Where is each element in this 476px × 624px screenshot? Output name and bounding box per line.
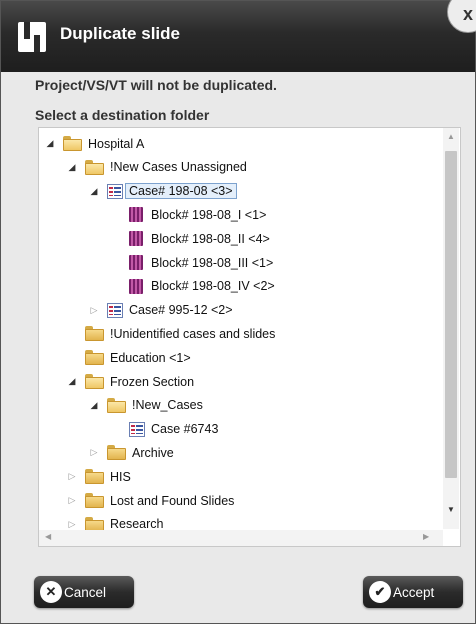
accept-button[interactable]: ✔ Accept (363, 576, 463, 608)
tree-item-label: !New_Cases (132, 398, 203, 413)
tree-item[interactable]: Block# 198-08_IV <2> (111, 276, 275, 297)
tree-item[interactable]: ◢ !New_Cases (89, 395, 203, 416)
expand-arrow-icon[interactable]: ◢ (89, 186, 99, 197)
tree-item[interactable]: Block# 198-08_II <4> (111, 228, 270, 249)
folder-tree[interactable]: ◢ Hospital A ◢ !New Cases Unassigned ◢ Case# … (38, 127, 461, 547)
collapse-arrow-icon[interactable]: ▷ (67, 495, 77, 506)
horizontal-scrollbar[interactable]: ◀ ▶ (39, 530, 443, 546)
expand-arrow-icon[interactable]: ◢ (67, 162, 77, 173)
tree-item[interactable]: Education <1> (67, 347, 191, 368)
collapse-arrow-icon[interactable]: ▷ (89, 447, 99, 458)
expand-arrow-icon[interactable]: ◢ (89, 400, 99, 411)
close-button[interactable]: x (447, 0, 476, 33)
scroll-thumb[interactable] (445, 151, 457, 478)
folder-icon (107, 445, 126, 461)
dialog-title: Duplicate slide (60, 24, 180, 43)
checkmark-icon: ✔ (369, 581, 391, 603)
tree-item[interactable]: ▷ HIS (67, 466, 131, 487)
scroll-up-icon[interactable]: ▲ (447, 132, 455, 141)
accept-label: Accept (393, 584, 435, 600)
folder-icon (85, 350, 104, 366)
tree-item-label: Block# 198-08_IV <2> (151, 279, 275, 294)
tree-item-label: Lost and Found Slides (110, 493, 235, 508)
tree-item[interactable]: ▷ Lost and Found Slides (67, 490, 234, 511)
tree-item[interactable]: ◢ Frozen Section (67, 371, 194, 392)
tree-item-label: Case# 198-08 <3> (125, 183, 237, 200)
tree-item[interactable]: Case #6743 (111, 419, 218, 440)
scroll-down-icon[interactable]: ▼ (447, 505, 455, 514)
tree-item-label: Education <1> (110, 350, 191, 365)
folder-icon (85, 326, 104, 342)
scroll-right-icon[interactable]: ▶ (423, 532, 429, 541)
duplicate-notice: Project/VS/VT will not be duplicated. (35, 77, 277, 93)
scroll-left-icon[interactable]: ◀ (45, 532, 51, 541)
tree-item[interactable]: !Unidentified cases and slides (67, 323, 275, 344)
folder-open-icon (85, 159, 104, 175)
expand-arrow-icon[interactable]: ◢ (45, 138, 55, 149)
duplicate-slide-dialog: Duplicate slide x Project/VS/VT will not… (0, 0, 476, 624)
title-bar: Duplicate slide x (1, 0, 476, 72)
tree-item-label: Case# 995-12 <2> (129, 303, 233, 318)
cancel-label: Cancel (64, 584, 107, 600)
block-icon (129, 278, 143, 294)
tree-item-label: HIS (110, 469, 131, 484)
tree-item[interactable]: ◢ !New Cases Unassigned (67, 157, 247, 178)
tree-item[interactable]: ▷ Case# 995-12 <2> (89, 300, 233, 321)
tree-item[interactable]: Block# 198-08_I <1> (111, 204, 266, 225)
case-icon (129, 421, 145, 437)
case-icon (107, 183, 123, 199)
vertical-scrollbar[interactable]: ▲ ▼ (443, 128, 459, 529)
tree-item-label: Case #6743 (151, 422, 219, 437)
tree-item[interactable]: ◢ Case# 198-08 <3> (89, 181, 237, 202)
tree-item-label: !Unidentified cases and slides (110, 326, 276, 341)
case-icon (107, 302, 123, 318)
cancel-button[interactable]: ✕ Cancel (34, 576, 134, 608)
tree-item-label: Archive (132, 445, 174, 460)
folder-icon (85, 493, 104, 508)
collapse-arrow-icon[interactable]: ▷ (89, 305, 99, 316)
close-icon: x (463, 4, 474, 24)
block-icon (129, 255, 143, 270)
cancel-x-icon: ✕ (40, 581, 62, 603)
tree-item-label: Frozen Section (110, 374, 195, 389)
app-logo-icon (18, 22, 46, 52)
folder-open-icon (63, 136, 82, 151)
collapse-arrow-icon[interactable]: ▷ (67, 519, 77, 530)
collapse-arrow-icon[interactable]: ▷ (67, 471, 77, 482)
folder-open-icon (85, 374, 104, 389)
block-icon (129, 231, 143, 247)
tree-item[interactable]: ▷ Archive (89, 442, 174, 463)
tree-item[interactable]: Block# 198-08_III <1> (111, 252, 273, 273)
block-icon (129, 207, 143, 223)
tree-item-label: Hospital A (88, 136, 145, 151)
tree-item-label: Block# 198-08_III <1> (151, 255, 274, 270)
tree-item[interactable]: ◢ Hospital A (45, 133, 144, 154)
destination-label: Select a destination folder (35, 107, 210, 123)
folder-open-icon (107, 397, 126, 413)
expand-arrow-icon[interactable]: ◢ (67, 376, 77, 387)
tree-item-label: Block# 198-08_II <4> (151, 231, 270, 246)
folder-icon (85, 469, 104, 485)
tree-item-label: Block# 198-08_I <1> (151, 207, 267, 222)
tree-item-label: !New Cases Unassigned (110, 160, 247, 175)
